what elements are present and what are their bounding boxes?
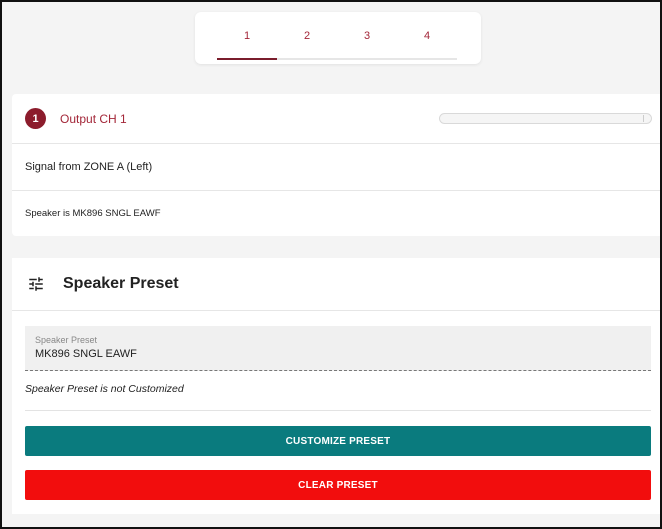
tab-2[interactable]: 2 — [277, 28, 337, 58]
tab-3[interactable]: 3 — [337, 28, 397, 58]
channel-tabs-card: 1 2 3 4 — [195, 12, 481, 64]
tab-1[interactable]: 1 — [217, 28, 277, 60]
speaker-preset-card: Speaker Preset Speaker Preset MK896 SNGL… — [12, 258, 660, 514]
output-card: 1 Output CH 1 Signal from ZONE A (Left) … — [12, 94, 660, 236]
output-header: 1 Output CH 1 — [12, 94, 660, 144]
clear-preset-button[interactable]: CLEAR PRESET — [25, 470, 651, 500]
level-meter-tick — [643, 115, 644, 122]
speaker-preset-field-value: MK896 SNGL EAWF — [35, 348, 137, 360]
channel-badge: 1 — [25, 108, 46, 129]
customize-preset-button[interactable]: CUSTOMIZE PRESET — [25, 426, 651, 456]
speaker-info: Speaker is MK896 SNGL EAWF — [25, 207, 161, 219]
speaker-preset-header: Speaker Preset — [12, 258, 660, 311]
speaker-preset-field-label: Speaker Preset — [35, 335, 98, 345]
level-meter — [439, 113, 652, 124]
speaker-preset-field[interactable]: Speaker Preset MK896 SNGL EAWF — [25, 326, 651, 371]
app-frame: 1 2 3 4 1 Output CH 1 Signal from ZONE A… — [0, 0, 662, 529]
signal-source: Signal from ZONE A (Left) — [12, 144, 660, 191]
tune-icon — [29, 277, 43, 291]
tab-4[interactable]: 4 — [397, 28, 457, 58]
divider — [25, 410, 651, 411]
speaker-preset-title: Speaker Preset — [63, 275, 179, 292]
output-title: Output CH 1 — [60, 111, 127, 126]
channel-tabs: 1 2 3 4 — [217, 28, 457, 60]
customization-note: Speaker Preset is not Customized — [25, 383, 184, 395]
